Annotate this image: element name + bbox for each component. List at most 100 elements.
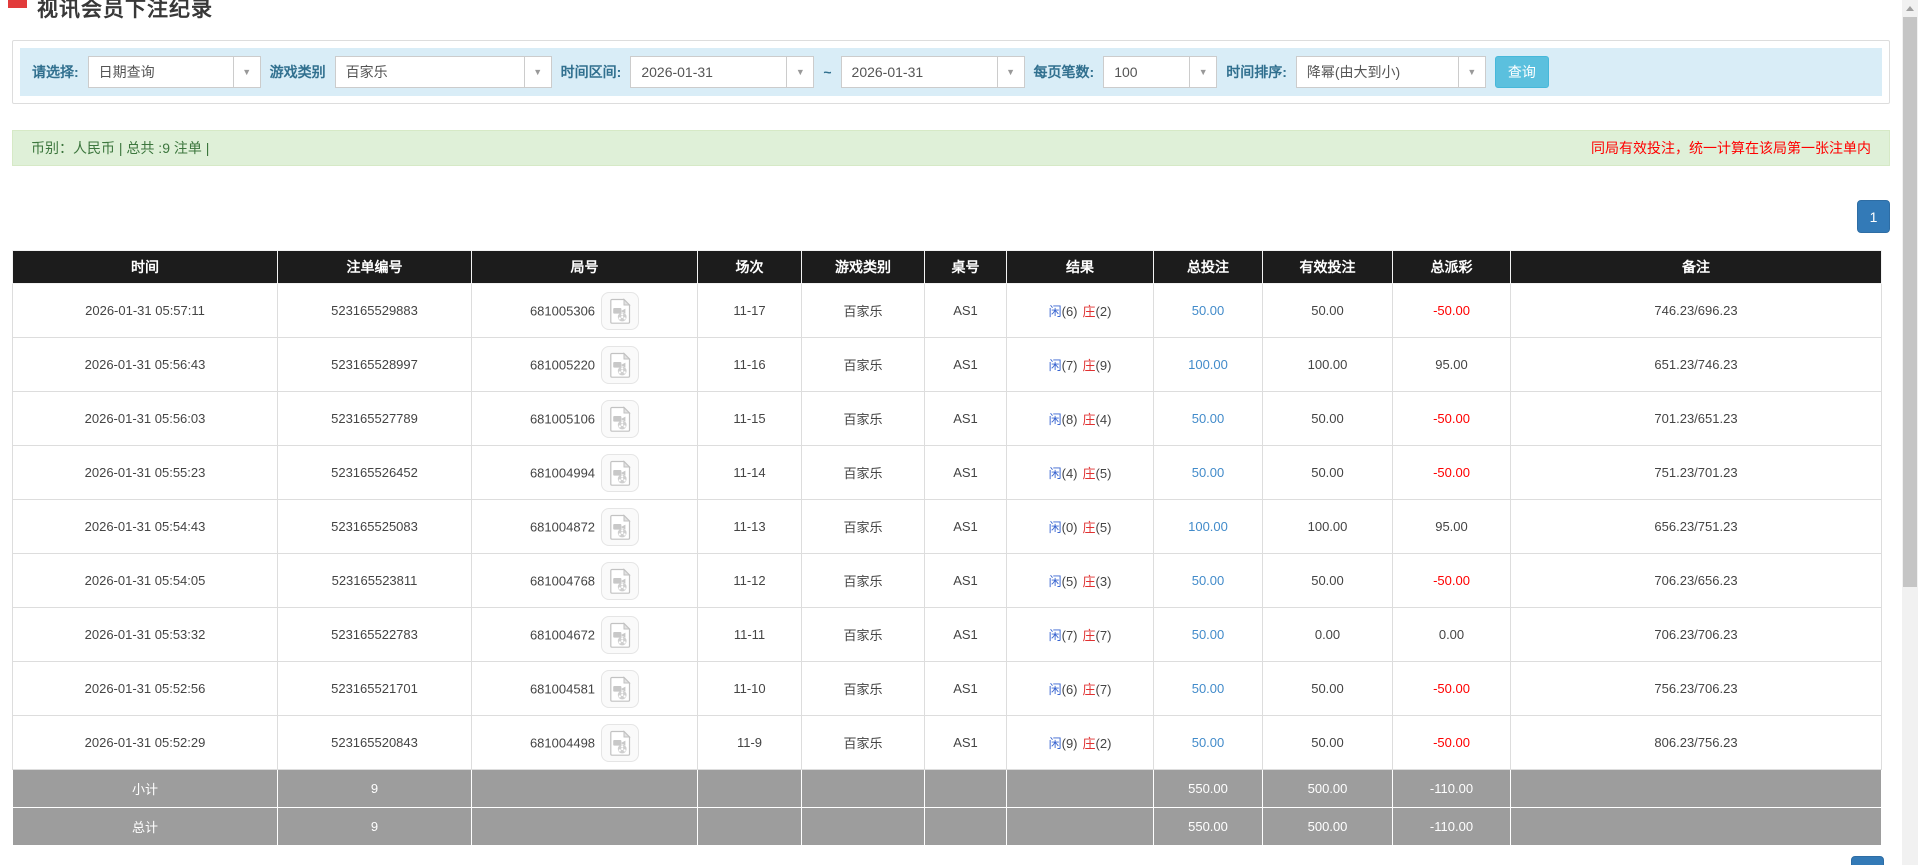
bet-id: 523165522783: [277, 607, 472, 662]
date-to-value: 2026-01-31: [840, 56, 998, 88]
banker-score: (7): [1095, 628, 1112, 643]
col-total-bet: 总投注: [1153, 250, 1263, 284]
date-from-select[interactable]: 2026-01-31 ▼: [630, 56, 815, 88]
round-cell: 681005106: [471, 391, 698, 446]
bet-id: 523165521701: [277, 661, 472, 716]
table-row: 2026-01-31 05:55:23 523165526452 6810049…: [12, 445, 1882, 500]
col-valid-bet: 有效投注: [1262, 250, 1393, 284]
total-bet-link[interactable]: 50.00: [1153, 283, 1263, 338]
video-file-icon: [610, 513, 631, 540]
total-bet-link[interactable]: 50.00: [1153, 661, 1263, 716]
round-cell: 681004994: [471, 445, 698, 500]
table-no: AS1: [924, 607, 1007, 662]
pagination-bottom-partial[interactable]: [1851, 856, 1884, 865]
banker-label: 庄: [1082, 520, 1096, 535]
player-score: (7): [1061, 628, 1078, 643]
game-category: 百家乐: [801, 445, 925, 500]
page-title: 视讯会员下注纪录: [37, 0, 213, 21]
bet-time: 2026-01-31 05:54:43: [12, 499, 278, 554]
session-no: 11-13: [697, 499, 802, 554]
total-bet-link[interactable]: 50.00: [1153, 445, 1263, 500]
round-cell: 681005306: [471, 283, 698, 338]
page-size-value: 100: [1103, 56, 1191, 88]
video-replay-button[interactable]: [601, 615, 640, 654]
video-replay-button[interactable]: [601, 507, 640, 546]
query-type-select[interactable]: 日期查询 ▼: [87, 56, 261, 88]
video-file-icon: [610, 729, 631, 756]
chevron-down-icon[interactable]: ▼: [523, 56, 552, 88]
banker-score: (2): [1095, 304, 1112, 319]
game-category-select[interactable]: 百家乐 ▼: [334, 56, 552, 88]
chevron-down-icon[interactable]: ▼: [232, 56, 261, 88]
col-session: 场次: [697, 250, 802, 284]
video-replay-button[interactable]: [601, 669, 640, 708]
bet-id: 523165528997: [277, 337, 472, 392]
query-type-label: 请选择:: [32, 64, 79, 80]
session-no: 11-14: [697, 445, 802, 500]
remark: 651.23/746.23: [1510, 337, 1882, 392]
bet-id: 523165520843: [277, 715, 472, 770]
player-score: (4): [1061, 466, 1078, 481]
table-no: AS1: [924, 499, 1007, 554]
player-score: (5): [1061, 574, 1078, 589]
table-no: AS1: [924, 445, 1007, 500]
valid-bet: 0.00: [1262, 607, 1393, 662]
video-replay-button[interactable]: [601, 561, 640, 600]
table-row: 2026-01-31 05:52:29 523165520843 6810044…: [12, 715, 1882, 770]
player-score: (8): [1061, 412, 1078, 427]
total-bet-link[interactable]: 50.00: [1153, 553, 1263, 608]
total-bet-link[interactable]: 50.00: [1153, 607, 1263, 662]
result-cell: 闲(8) 庄(4): [1006, 391, 1154, 446]
chevron-down-icon[interactable]: ▼: [1189, 56, 1218, 88]
page-size-select[interactable]: 100 ▼: [1103, 56, 1218, 88]
vertical-scrollbar[interactable]: [1902, 0, 1918, 865]
time-sort-select[interactable]: 降幂(由大到小) ▼: [1295, 56, 1486, 88]
game-category-value: 百家乐: [334, 56, 525, 88]
bet-time: 2026-01-31 05:52:29: [12, 715, 278, 770]
round-id: 681005106: [529, 411, 596, 426]
table-row: 2026-01-31 05:54:43 523165525083 6810048…: [12, 499, 1882, 554]
remark: 746.23/696.23: [1510, 283, 1882, 338]
query-button[interactable]: 查询: [1494, 56, 1549, 88]
video-file-icon: [610, 459, 631, 486]
banker-label: 庄: [1082, 628, 1096, 643]
chevron-down-icon[interactable]: ▼: [1457, 56, 1486, 88]
video-replay-button[interactable]: [601, 723, 640, 762]
valid-bet: 50.00: [1262, 661, 1393, 716]
total-count: 9: [277, 807, 472, 846]
page-size-label: 每页笔数:: [1033, 64, 1095, 80]
chevron-down-icon[interactable]: ▼: [996, 56, 1025, 88]
table-row: 2026-01-31 05:56:03 523165527789 6810051…: [12, 391, 1882, 446]
subtotal-row: 小计 9 550.00 500.00 -110.00: [12, 769, 1882, 808]
video-replay-button[interactable]: [601, 399, 640, 438]
round-cell: 681004498: [471, 715, 698, 770]
total-bet-link[interactable]: 100.00: [1153, 337, 1263, 392]
session-no: 11-16: [697, 337, 802, 392]
summary-bar: 币别：人民币 | 总共 :9 注单 | 同局有效投注，统一计算在该局第一张注单内: [12, 130, 1890, 166]
total-bet-link[interactable]: 100.00: [1153, 499, 1263, 554]
table-body: 2026-01-31 05:57:11 523165529883 6810053…: [12, 283, 1882, 846]
table-no: AS1: [924, 391, 1007, 446]
valid-bet: 50.00: [1262, 445, 1393, 500]
table-row: 2026-01-31 05:56:43 523165528997 6810052…: [12, 337, 1882, 392]
chevron-down-icon[interactable]: ▼: [786, 56, 815, 88]
total-bet-link[interactable]: 50.00: [1153, 715, 1263, 770]
round-id: 681005220: [529, 357, 596, 372]
video-replay-button[interactable]: [601, 291, 640, 330]
video-file-icon: [610, 351, 631, 378]
page-1-button[interactable]: 1: [1857, 200, 1890, 233]
scroll-up-arrow-icon[interactable]: [1902, 0, 1918, 17]
same-round-note: 同局有效投注，统一计算在该局第一张注单内: [1591, 140, 1871, 156]
total-bet-link[interactable]: 50.00: [1153, 391, 1263, 446]
video-replay-button[interactable]: [601, 345, 640, 384]
time-sort-value: 降幂(由大到小): [1295, 56, 1459, 88]
time-range-label: 时间区间:: [560, 64, 622, 80]
game-category: 百家乐: [801, 337, 925, 392]
col-payout: 总派彩: [1392, 250, 1511, 284]
date-to-select[interactable]: 2026-01-31 ▼: [840, 56, 1025, 88]
bet-time: 2026-01-31 05:52:56: [12, 661, 278, 716]
video-replay-button[interactable]: [601, 453, 640, 492]
session-no: 11-12: [697, 553, 802, 608]
scrollbar-thumb[interactable]: [1903, 17, 1917, 587]
result-cell: 闲(9) 庄(2): [1006, 715, 1154, 770]
